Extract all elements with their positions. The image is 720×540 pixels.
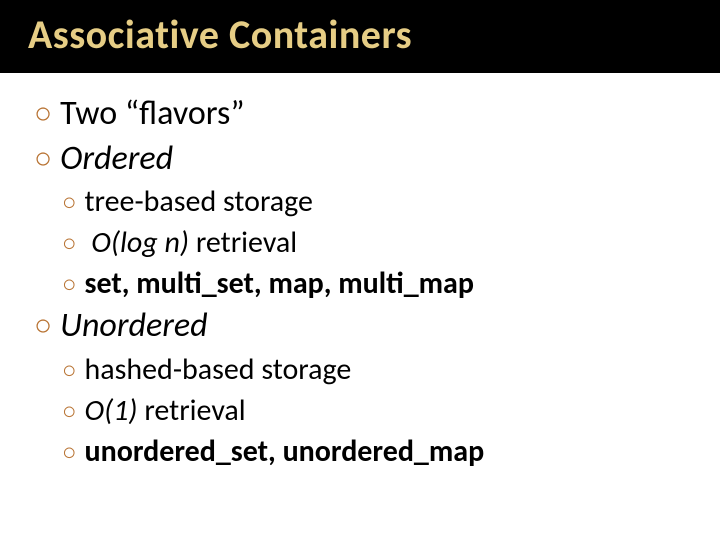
list-item: ○ unordered_set, unordered_map — [62, 432, 720, 471]
list-item-text: Unordered — [60, 305, 208, 346]
list-item-text: O(log n) retrieval — [85, 224, 298, 261]
list-item-text: tree-based storage — [85, 183, 313, 220]
circle-bullet-icon: ○ — [34, 307, 52, 345]
circle-bullet-icon: ○ — [34, 95, 52, 133]
list-item-text: O(1) retrieval — [85, 392, 246, 429]
list-item: ○Ordered — [34, 138, 720, 181]
list-item: ○ hashed-based storage — [62, 350, 720, 389]
circle-bullet-icon: ○ — [62, 228, 77, 259]
circle-bullet-icon: ○ — [62, 269, 77, 300]
list-item: ○ set, multi_set, map, multi_map — [62, 264, 720, 303]
list-item: ○ O(1) retrieval — [62, 391, 720, 430]
list-item: ○Two “flavors” — [34, 93, 720, 136]
list-item-text: set, multi_set, map, multi_map — [85, 265, 474, 302]
circle-bullet-icon: ○ — [34, 140, 52, 178]
list-item-text: unordered_set, unordered_map — [85, 433, 485, 470]
list-item-text: Ordered — [60, 138, 173, 179]
slide-content: ○Two “flavors”○Ordered○tree-based storag… — [0, 73, 720, 471]
circle-bullet-icon: ○ — [62, 437, 77, 468]
slide: Associative Containers ○Two “flavors”○Or… — [0, 0, 720, 540]
circle-bullet-icon: ○ — [62, 396, 77, 427]
list-item: ○ O(log n) retrieval — [62, 223, 720, 262]
list-item: ○ tree-based storage — [62, 182, 720, 221]
list-item-text: hashed-based storage — [85, 351, 352, 388]
circle-bullet-icon: ○ — [62, 187, 77, 218]
list-item: ○Unordered — [34, 305, 720, 348]
list-item-text: Two “flavors” — [60, 93, 244, 134]
slide-title: Associative Containers — [0, 0, 720, 73]
bullet-list: ○Two “flavors”○Ordered○tree-based storag… — [34, 93, 720, 471]
circle-bullet-icon: ○ — [62, 355, 77, 386]
